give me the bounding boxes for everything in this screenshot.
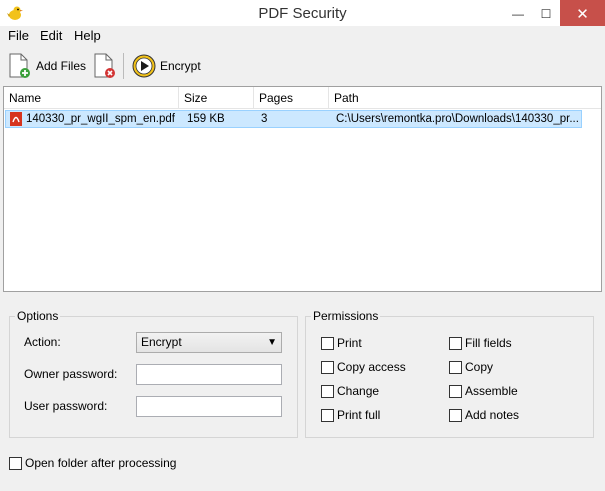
copy-access-label: Copy access: [337, 360, 406, 374]
copy-label: Copy: [465, 360, 494, 374]
action-label: Action:: [24, 335, 61, 349]
checkbox-box: [449, 408, 462, 422]
copy-access-checkbox[interactable]: Copy access: [321, 359, 406, 375]
fill-fields-label: Fill fields: [465, 336, 512, 350]
add-files-label: Add Files: [36, 59, 87, 73]
file-size-cell: 159 KB: [187, 113, 225, 125]
maximize-button[interactable]: ☐: [532, 0, 560, 28]
file-path-cell: C:\Users\remontka.pro\Downloads\140330_p…: [336, 113, 579, 125]
encrypt-button[interactable]: Encrypt: [132, 51, 201, 81]
print-full-label: Print full: [337, 408, 381, 422]
checkbox-box: [449, 384, 462, 398]
title-bar: PDF Security — ☐ ✕: [0, 0, 605, 28]
close-button[interactable]: ✕: [560, 0, 605, 28]
print-label: Print: [337, 336, 362, 350]
copy-checkbox[interactable]: Copy: [449, 359, 493, 375]
file-name-cell: 140330_pr_wgII_spm_en.pdf: [26, 113, 175, 125]
file-pages-cell: 3: [261, 113, 268, 125]
menu-help[interactable]: Help: [74, 28, 101, 43]
column-size[interactable]: Size: [179, 87, 254, 109]
file-list[interactable]: Name Size Pages Path 140330_pr_wgII_spm_…: [3, 86, 602, 292]
checkbox-box: [321, 336, 334, 350]
column-name[interactable]: Name: [4, 87, 179, 109]
change-checkbox[interactable]: Change: [321, 383, 379, 399]
add-notes-label: Add notes: [465, 408, 520, 422]
play-icon: [132, 54, 156, 78]
checkbox-box: [449, 360, 462, 374]
open-folder-label: Open folder after processing: [25, 456, 177, 470]
add-notes-checkbox[interactable]: Add notes: [449, 407, 519, 423]
user-password-field[interactable]: [136, 396, 282, 417]
action-select-value: Encrypt: [141, 335, 182, 349]
assemble-label: Assemble: [465, 384, 518, 398]
checkbox-box: [321, 408, 334, 422]
open-folder-checkbox[interactable]: Open folder after processing: [9, 455, 176, 471]
toolbar: Add Files Encrypt: [0, 47, 605, 85]
menu-bar: File Edit Help: [0, 26, 605, 46]
user-password-label: User password:: [24, 399, 108, 413]
print-checkbox[interactable]: Print: [321, 335, 362, 351]
column-path[interactable]: Path: [329, 87, 601, 109]
chevron-down-icon: ▼: [267, 337, 277, 348]
table-row[interactable]: 140330_pr_wgII_spm_en.pdf 159 KB 3 C:\Us…: [5, 110, 582, 128]
add-files-button[interactable]: Add Files: [8, 51, 86, 81]
toolbar-separator: [123, 53, 124, 79]
options-group-label: Options: [15, 309, 61, 323]
owner-password-field[interactable]: [136, 364, 282, 385]
print-full-checkbox[interactable]: Print full: [321, 407, 380, 423]
owner-password-label: Owner password:: [24, 367, 118, 381]
minimize-button[interactable]: —: [504, 0, 532, 28]
change-label: Change: [337, 384, 380, 398]
menu-edit[interactable]: Edit: [40, 28, 62, 43]
file-list-header: Name Size Pages Path: [4, 87, 601, 109]
checkbox-box: [9, 456, 22, 470]
action-select[interactable]: Encrypt ▼: [136, 332, 282, 353]
menu-file[interactable]: File: [8, 28, 29, 43]
add-file-icon: [9, 53, 30, 78]
remove-file-icon: [94, 53, 115, 78]
column-pages[interactable]: Pages: [254, 87, 329, 109]
remove-file-button[interactable]: [93, 51, 117, 81]
checkbox-box: [321, 360, 334, 374]
assemble-checkbox[interactable]: Assemble: [449, 383, 518, 399]
pdf-file-icon: [10, 112, 22, 126]
checkbox-box: [321, 384, 334, 398]
fill-fields-checkbox[interactable]: Fill fields: [449, 335, 512, 351]
encrypt-label: Encrypt: [160, 59, 201, 73]
permissions-group-label: Permissions: [311, 309, 381, 323]
checkbox-box: [449, 336, 462, 350]
